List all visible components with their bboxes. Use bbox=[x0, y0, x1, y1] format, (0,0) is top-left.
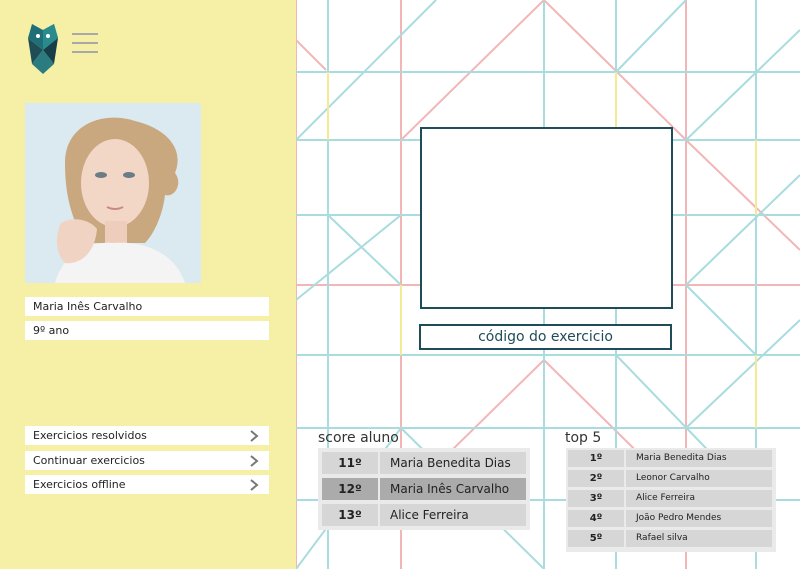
hamburger-menu-button[interactable] bbox=[72, 33, 98, 53]
score-panel: 11º Maria Benedita Dias 12º Maria Inês C… bbox=[318, 448, 530, 530]
top5-name: Rafael silva bbox=[626, 530, 772, 547]
top5-position: 4º bbox=[568, 510, 624, 527]
nav-item-label: Continuar exercicios bbox=[33, 454, 145, 467]
top5-name: Leonor Carvalho bbox=[626, 470, 772, 487]
score-position: 13º bbox=[322, 504, 378, 526]
chevron-right-icon bbox=[250, 430, 259, 442]
top5-name: João Pedro Mendes bbox=[626, 510, 772, 527]
sidebar: Maria Inês Carvalho 9º ano Exercicios re… bbox=[0, 0, 296, 569]
top5-name: Alice Ferreira bbox=[626, 490, 772, 507]
top5-row: 1º Maria Benedita Dias bbox=[566, 448, 776, 468]
hamburger-line bbox=[72, 33, 98, 35]
nav-item-continue-exercises[interactable]: Continuar exercicios bbox=[25, 451, 269, 470]
top5-panel: 1º Maria Benedita Dias 2º Leonor Carvalh… bbox=[566, 448, 776, 552]
owl-logo-icon bbox=[28, 24, 58, 74]
top5-position: 5º bbox=[568, 530, 624, 547]
score-row: 13º Alice Ferreira bbox=[318, 502, 530, 526]
top5-position: 1º bbox=[568, 450, 624, 467]
nav-item-offline-exercises[interactable]: Exercicios offline bbox=[25, 475, 269, 494]
hamburger-line bbox=[72, 51, 98, 53]
score-row: 11º Maria Benedita Dias bbox=[318, 450, 530, 474]
student-photo bbox=[25, 103, 201, 283]
nav-item-label: Exercicios resolvidos bbox=[33, 429, 147, 442]
top5-row: 3º Alice Ferreira bbox=[566, 488, 776, 508]
top5-title: top 5 bbox=[565, 430, 602, 446]
student-grade: 9º ano bbox=[25, 321, 269, 340]
chevron-right-icon bbox=[250, 479, 259, 491]
top5-row: 2º Leonor Carvalho bbox=[566, 468, 776, 488]
top5-row: 5º Rafael silva bbox=[566, 528, 776, 548]
exercise-code-input[interactable]: código do exercicio bbox=[419, 324, 672, 350]
main-area: código do exercicio score aluno top 5 11… bbox=[296, 0, 800, 569]
top5-position: 3º bbox=[568, 490, 624, 507]
avatar bbox=[25, 103, 201, 283]
top5-row: 4º João Pedro Mendes bbox=[566, 508, 776, 528]
top5-name: Maria Benedita Dias bbox=[626, 450, 772, 467]
student-name: Maria Inês Carvalho bbox=[25, 297, 269, 316]
hamburger-line bbox=[72, 42, 98, 44]
score-name: Alice Ferreira bbox=[380, 504, 526, 526]
score-name: Maria Benedita Dias bbox=[380, 452, 526, 474]
score-row-current: 12º Maria Inês Carvalho bbox=[318, 476, 530, 500]
score-position: 12º bbox=[322, 478, 378, 500]
nav-item-label: Exercicios offline bbox=[33, 478, 126, 491]
score-position: 11º bbox=[322, 452, 378, 474]
chevron-right-icon bbox=[250, 455, 259, 467]
exercise-display bbox=[420, 127, 673, 309]
score-name: Maria Inês Carvalho bbox=[380, 478, 526, 500]
score-title: score aluno bbox=[318, 430, 399, 446]
top5-position: 2º bbox=[568, 470, 624, 487]
nav-item-solved-exercises[interactable]: Exercicios resolvidos bbox=[25, 426, 269, 445]
